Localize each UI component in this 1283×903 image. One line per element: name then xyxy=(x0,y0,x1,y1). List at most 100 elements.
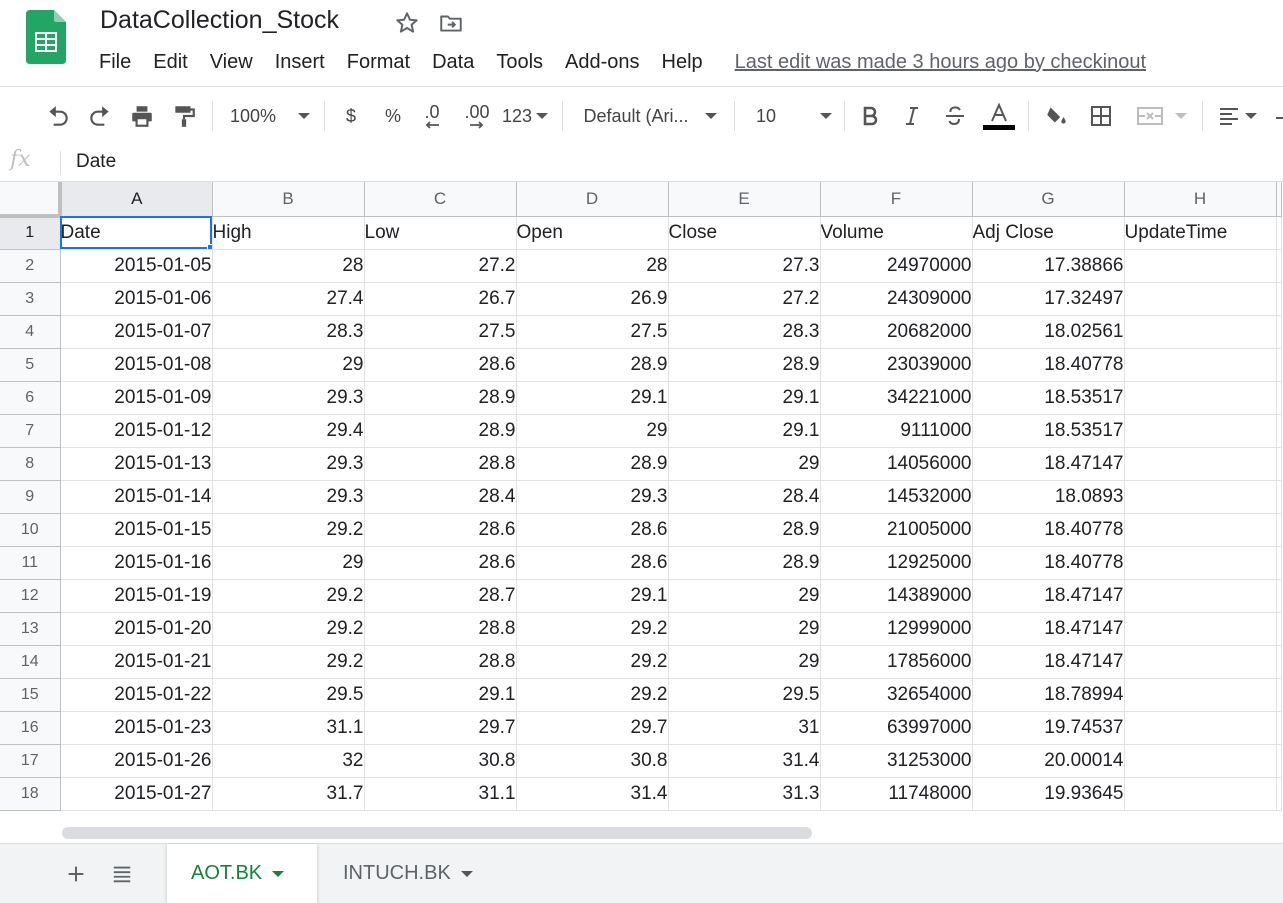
cell-a6[interactable]: 2015-01-09 xyxy=(60,381,213,415)
cell-b3[interactable]: 27.4 xyxy=(212,282,365,316)
column-header-a[interactable]: A xyxy=(60,182,213,217)
cell-h6[interactable] xyxy=(1124,381,1277,415)
cell-h3[interactable] xyxy=(1124,282,1277,316)
cell-h7[interactable] xyxy=(1124,414,1277,448)
cell-g9[interactable]: 18.0893 xyxy=(972,480,1125,514)
column-header-c[interactable]: C xyxy=(364,182,517,217)
cell-f5[interactable]: 23039000 xyxy=(820,348,973,382)
cell-a14[interactable]: 2015-01-21 xyxy=(60,645,213,679)
cell-i9[interactable] xyxy=(1276,480,1282,514)
cell-g14[interactable]: 18.47147 xyxy=(972,645,1125,679)
horizontal-scrollbar[interactable] xyxy=(62,827,812,839)
undo-button[interactable] xyxy=(42,87,74,145)
cell-f2[interactable]: 24970000 xyxy=(820,249,973,283)
menu-edit[interactable]: Edit xyxy=(142,49,198,76)
cell-h8[interactable] xyxy=(1124,447,1277,481)
cell-e13[interactable]: 29 xyxy=(668,612,821,646)
cell-e6[interactable]: 29.1 xyxy=(668,381,821,415)
row-header[interactable]: 16 xyxy=(0,711,61,745)
cell-e9[interactable]: 28.4 xyxy=(668,480,821,514)
zoom-select[interactable]: 100% xyxy=(224,87,316,145)
cell-c14[interactable]: 28.8 xyxy=(364,645,517,679)
cell-d9[interactable]: 29.3 xyxy=(516,480,669,514)
cell-c10[interactable]: 28.6 xyxy=(364,513,517,547)
cell-c9[interactable]: 28.4 xyxy=(364,480,517,514)
star-icon[interactable] xyxy=(394,10,420,36)
column-header-d[interactable]: D xyxy=(516,182,669,217)
formula-input[interactable]: Date xyxy=(76,151,116,173)
cell-e4[interactable]: 28.3 xyxy=(668,315,821,349)
cell-f9[interactable]: 14532000 xyxy=(820,480,973,514)
last-edit-link[interactable]: Last edit was made 3 hours ago by checki… xyxy=(735,51,1146,74)
sheet-tab-intuch[interactable]: INTUCH.BK xyxy=(319,844,509,903)
cell-f17[interactable]: 31253000 xyxy=(820,744,973,778)
cell-a8[interactable]: 2015-01-13 xyxy=(60,447,213,481)
cell-h17[interactable] xyxy=(1124,744,1277,778)
cell-c16[interactable]: 29.7 xyxy=(364,711,517,745)
row-header[interactable]: 9 xyxy=(0,480,61,514)
cell-i13[interactable] xyxy=(1276,612,1282,646)
percent-format-button[interactable]: % xyxy=(378,87,408,145)
cell-f11[interactable]: 12925000 xyxy=(820,546,973,580)
cell-i4[interactable] xyxy=(1276,315,1282,349)
sheets-logo-icon[interactable] xyxy=(26,10,66,64)
cell-h9[interactable] xyxy=(1124,480,1277,514)
borders-button[interactable] xyxy=(1086,87,1116,145)
cell-b10[interactable]: 29.2 xyxy=(212,513,365,547)
cell-e18[interactable]: 31.3 xyxy=(668,777,821,811)
all-sheets-button[interactable] xyxy=(104,844,140,903)
cell-g17[interactable]: 20.00014 xyxy=(972,744,1125,778)
cell-c3[interactable]: 26.7 xyxy=(364,282,517,316)
more-formats-button[interactable]: 123 xyxy=(500,87,550,145)
fill-color-button[interactable] xyxy=(1040,87,1074,145)
font-size-select[interactable]: 10 xyxy=(746,87,834,145)
cell-c1[interactable]: Low xyxy=(364,216,517,250)
cell-a4[interactable]: 2015-01-07 xyxy=(60,315,213,349)
decrease-decimal-button[interactable]: .0 xyxy=(416,87,448,145)
cell-b12[interactable]: 29.2 xyxy=(212,579,365,613)
cell-h12[interactable] xyxy=(1124,579,1277,613)
row-header[interactable]: 13 xyxy=(0,612,61,646)
cell-d7[interactable]: 29 xyxy=(516,414,669,448)
cell-c18[interactable]: 31.1 xyxy=(364,777,517,811)
cell-h4[interactable] xyxy=(1124,315,1277,349)
row-header[interactable]: 7 xyxy=(0,414,61,448)
cell-f16[interactable]: 63997000 xyxy=(820,711,973,745)
cell-f18[interactable]: 11748000 xyxy=(820,777,973,811)
move-to-folder-icon[interactable] xyxy=(438,10,464,36)
merge-cells-button[interactable] xyxy=(1128,87,1194,145)
cell-b16[interactable]: 31.1 xyxy=(212,711,365,745)
cell-b7[interactable]: 29.4 xyxy=(212,414,365,448)
cell-e15[interactable]: 29.5 xyxy=(668,678,821,712)
cell-h10[interactable] xyxy=(1124,513,1277,547)
cell-f14[interactable]: 17856000 xyxy=(820,645,973,679)
row-header[interactable]: 1 xyxy=(0,216,61,250)
cell-b11[interactable]: 29 xyxy=(212,546,365,580)
cell-f12[interactable]: 14389000 xyxy=(820,579,973,613)
column-header-i[interactable] xyxy=(1276,182,1282,217)
cell-g13[interactable]: 18.47147 xyxy=(972,612,1125,646)
cell-i11[interactable] xyxy=(1276,546,1282,580)
cell-i17[interactable] xyxy=(1276,744,1282,778)
cell-a5[interactable]: 2015-01-08 xyxy=(60,348,213,382)
cell-i14[interactable] xyxy=(1276,645,1282,679)
increase-decimal-button[interactable]: .00 xyxy=(458,87,496,145)
cell-h5[interactable] xyxy=(1124,348,1277,382)
cell-b9[interactable]: 29.3 xyxy=(212,480,365,514)
cell-e7[interactable]: 29.1 xyxy=(668,414,821,448)
italic-button[interactable] xyxy=(898,87,926,145)
cell-b18[interactable]: 31.7 xyxy=(212,777,365,811)
menu-help[interactable]: Help xyxy=(651,49,714,76)
chevron-down-icon[interactable] xyxy=(272,870,285,877)
cell-g10[interactable]: 18.40778 xyxy=(972,513,1125,547)
menu-tools[interactable]: Tools xyxy=(485,49,554,76)
cell-h18[interactable] xyxy=(1124,777,1277,811)
row-header[interactable]: 14 xyxy=(0,645,61,679)
row-header[interactable]: 10 xyxy=(0,513,61,547)
cell-g1[interactable]: Adj Close xyxy=(972,216,1125,250)
cell-i10[interactable] xyxy=(1276,513,1282,547)
cell-h16[interactable] xyxy=(1124,711,1277,745)
cell-c2[interactable]: 27.2 xyxy=(364,249,517,283)
cell-b1[interactable]: High xyxy=(212,216,365,250)
cell-d11[interactable]: 28.6 xyxy=(516,546,669,580)
